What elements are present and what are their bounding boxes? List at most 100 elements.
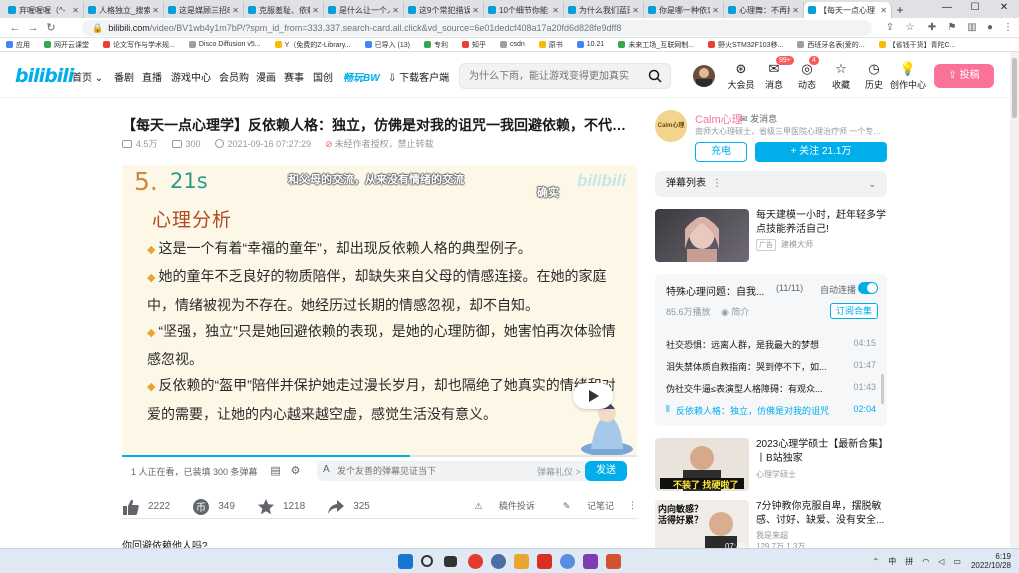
play-button[interactable] xyxy=(573,383,613,409)
forward-icon[interactable]: → xyxy=(24,19,42,37)
bookmark-item[interactable]: 野火STM32F103移... xyxy=(708,40,783,50)
more-icon[interactable]: ⋮ xyxy=(712,178,722,189)
message-button[interactable]: ✉ 消息 xyxy=(758,61,790,91)
start-icon[interactable] xyxy=(398,554,413,569)
close-tab-icon[interactable]: ✕ xyxy=(712,6,719,15)
browser-tab[interactable]: 是什么让一个人 ✕ xyxy=(324,2,404,18)
playlist-intro[interactable]: ◉ 简介 xyxy=(721,305,749,318)
creator-button[interactable]: 💡 创作中心 xyxy=(888,61,928,91)
follow-button[interactable]: + 关注 21.1万 xyxy=(755,142,887,162)
file-explorer-icon[interactable] xyxy=(514,554,529,569)
bookmark-star-icon[interactable]: ☆ xyxy=(902,20,918,36)
language-indicator[interactable]: 中 xyxy=(888,556,896,567)
browser-tab[interactable]: 心理舞：不再扣 ✕ xyxy=(724,2,804,18)
more-actions-icon[interactable]: ⋮ xyxy=(628,500,637,511)
close-tab-icon[interactable]: ✕ xyxy=(472,6,479,15)
favorite-button[interactable]: ☆ 收藏 xyxy=(825,61,857,91)
chevron-down-icon[interactable]: ⌄ xyxy=(868,171,876,197)
bookmark-item[interactable]: Y（免费的Z-Library... xyxy=(274,40,351,50)
bookmark-item[interactable]: 未来工场_互联网制... xyxy=(618,40,694,50)
send-danmaku-button[interactable]: 发送 xyxy=(585,461,627,481)
browser-tab[interactable]: 10个细节你能 ✕ xyxy=(484,2,564,18)
wifi-icon[interactable]: ◠ xyxy=(922,557,929,566)
send-message-link[interactable]: ✉ 发消息 xyxy=(740,112,777,125)
menu-icon[interactable]: ⋮ xyxy=(1000,20,1016,36)
onenote-icon[interactable] xyxy=(583,554,598,569)
playlist-scrollbar[interactable] xyxy=(881,374,884,404)
browser-tab[interactable]: 这是媒顾三招8 ✕ xyxy=(164,2,244,18)
close-window-button[interactable]: ✕ xyxy=(990,1,1018,15)
search-icon[interactable] xyxy=(648,69,662,83)
danmaku-etiquette-link[interactable]: 弹幕礼仪 > xyxy=(537,465,581,478)
danmaku-list-header[interactable]: 弹幕列表 ⋮ ⌄ xyxy=(655,171,887,197)
danmaku-settings-icon[interactable]: ⚙ xyxy=(288,463,304,479)
nav-game-center[interactable]: 游戏中心 xyxy=(171,69,211,84)
ime-indicator[interactable]: 拼 xyxy=(905,556,913,567)
playlist-item-current[interactable]: ⫴ 反依赖人格：独立，仿佛是对我的诅咒 02:04 xyxy=(666,404,876,417)
settings-icon[interactable] xyxy=(491,554,506,569)
clock[interactable]: 6:19 2022/10/28 xyxy=(971,552,1011,570)
app-icon[interactable] xyxy=(537,554,552,569)
bookmark-item[interactable]: 已导入 (13) xyxy=(364,40,410,50)
browser-tab[interactable]: 克服羞耻、依赖 ✕ xyxy=(244,2,324,18)
coin-button[interactable]: 币 349 xyxy=(192,498,235,516)
video-player[interactable]: 5. 21s 和父母的交流，从来没有情绪的交流 确实 bilibili 心理分析… xyxy=(122,165,637,457)
report-link[interactable]: ⚠ 稿件投诉 xyxy=(460,499,535,512)
search-input[interactable] xyxy=(460,64,640,88)
nav-bw[interactable]: 畅玩BW xyxy=(343,69,380,84)
like-button[interactable]: 2222 xyxy=(122,498,170,516)
nav-guochuang[interactable]: 国创 xyxy=(313,69,333,84)
avatar[interactable] xyxy=(693,65,715,87)
extension-icon[interactable]: ✚ xyxy=(924,20,940,36)
bookmark-item[interactable]: 专利 xyxy=(423,40,448,50)
recommended-video[interactable]: 内向敏感？活得好累？ 07:46 7分钟教你克服自卑，摆脱敏感、讨好、缺爱、没有… xyxy=(655,500,887,553)
nav-download-client[interactable]: ⇩ 下载客户端 xyxy=(388,69,449,84)
danmaku-input[interactable] xyxy=(337,461,527,481)
nav-manga[interactable]: 漫画 xyxy=(256,69,276,84)
battery-icon[interactable]: ▭ xyxy=(953,557,961,566)
profile-icon[interactable]: ● xyxy=(982,20,998,36)
task-view-icon[interactable] xyxy=(444,556,457,567)
browser-tab[interactable]: 人格独立_搜索 ✕ xyxy=(84,2,164,18)
browser-tab[interactable]: 为什么我们蓝田 ✕ xyxy=(564,2,644,18)
dynamic-button[interactable]: ◎ 动态 xyxy=(791,61,823,91)
bookmark-item[interactable]: 论文写作与学术规... xyxy=(103,40,175,50)
sidebar-icon[interactable]: ▥ xyxy=(964,20,980,36)
maximize-button[interactable]: ☐ xyxy=(961,1,989,15)
close-tab-icon[interactable]: ✕ xyxy=(72,6,79,15)
playlist-item[interactable]: 社交恐惧：远离人群，是我最大的梦想 04:15 xyxy=(666,338,876,351)
close-tab-icon[interactable]: ✕ xyxy=(880,6,887,15)
scrollbar-thumb[interactable] xyxy=(1012,58,1017,118)
playlist-title[interactable]: 特殊心理问题：自我... xyxy=(666,283,764,298)
minimize-button[interactable]: — xyxy=(933,1,961,15)
extension-2-icon[interactable]: ⚑ xyxy=(944,20,960,36)
bookmark-item[interactable]: 【省钱干货】青陀C... xyxy=(878,40,955,50)
share-button[interactable]: 325 xyxy=(327,498,370,516)
playlist-item[interactable]: 伪社交牛逼≤表演型人格障碍：有观众... 01:43 xyxy=(666,382,876,395)
bookmark-item[interactable]: csdn xyxy=(499,41,525,48)
ad-author[interactable]: 建模大师 xyxy=(781,239,813,250)
ad-thumbnail[interactable] xyxy=(655,209,749,262)
chevron-up-icon[interactable]: ⌃ xyxy=(873,557,880,566)
bookmark-item[interactable]: 知乎 xyxy=(461,40,486,50)
bookmark-item[interactable]: 原书 xyxy=(538,40,563,50)
nav-esports[interactable]: 赛事 xyxy=(284,69,304,84)
nav-live[interactable]: 直播 xyxy=(142,69,162,84)
nav-home[interactable]: 首页 ⌄ xyxy=(72,69,103,84)
url-field[interactable]: 🔒 bilibili.com/video/BV1wb4y1m7bP/?spm_id… xyxy=(82,20,872,36)
ad-title[interactable]: 每天建模一小时，赶年轻多学点技能养活自己! xyxy=(756,209,887,237)
favorite-video-button[interactable]: 1218 xyxy=(257,498,305,516)
vip-button[interactable]: ⊛ 大会员 xyxy=(725,61,757,91)
new-tab-button[interactable]: + xyxy=(892,2,908,18)
browser-tab[interactable]: 这9个常犯措误 ✕ xyxy=(404,2,484,18)
chrome-icon[interactable] xyxy=(468,554,483,569)
browser-tab-active[interactable]: 【每天一点心理 ✕ xyxy=(804,2,892,18)
danmaku-style-icon[interactable]: A xyxy=(323,464,330,475)
search-taskbar-icon[interactable] xyxy=(421,555,433,567)
share-page-icon[interactable]: ⇪ xyxy=(882,20,898,36)
subscribe-collection-button[interactable]: 订阅合集 xyxy=(830,303,878,319)
notes-link[interactable]: ✎ 记笔记 xyxy=(549,499,614,512)
page-scrollbar[interactable] xyxy=(1010,52,1019,548)
nav-mall[interactable]: 会员购 xyxy=(219,69,249,84)
bookmark-item[interactable]: 10.21 xyxy=(576,41,604,48)
